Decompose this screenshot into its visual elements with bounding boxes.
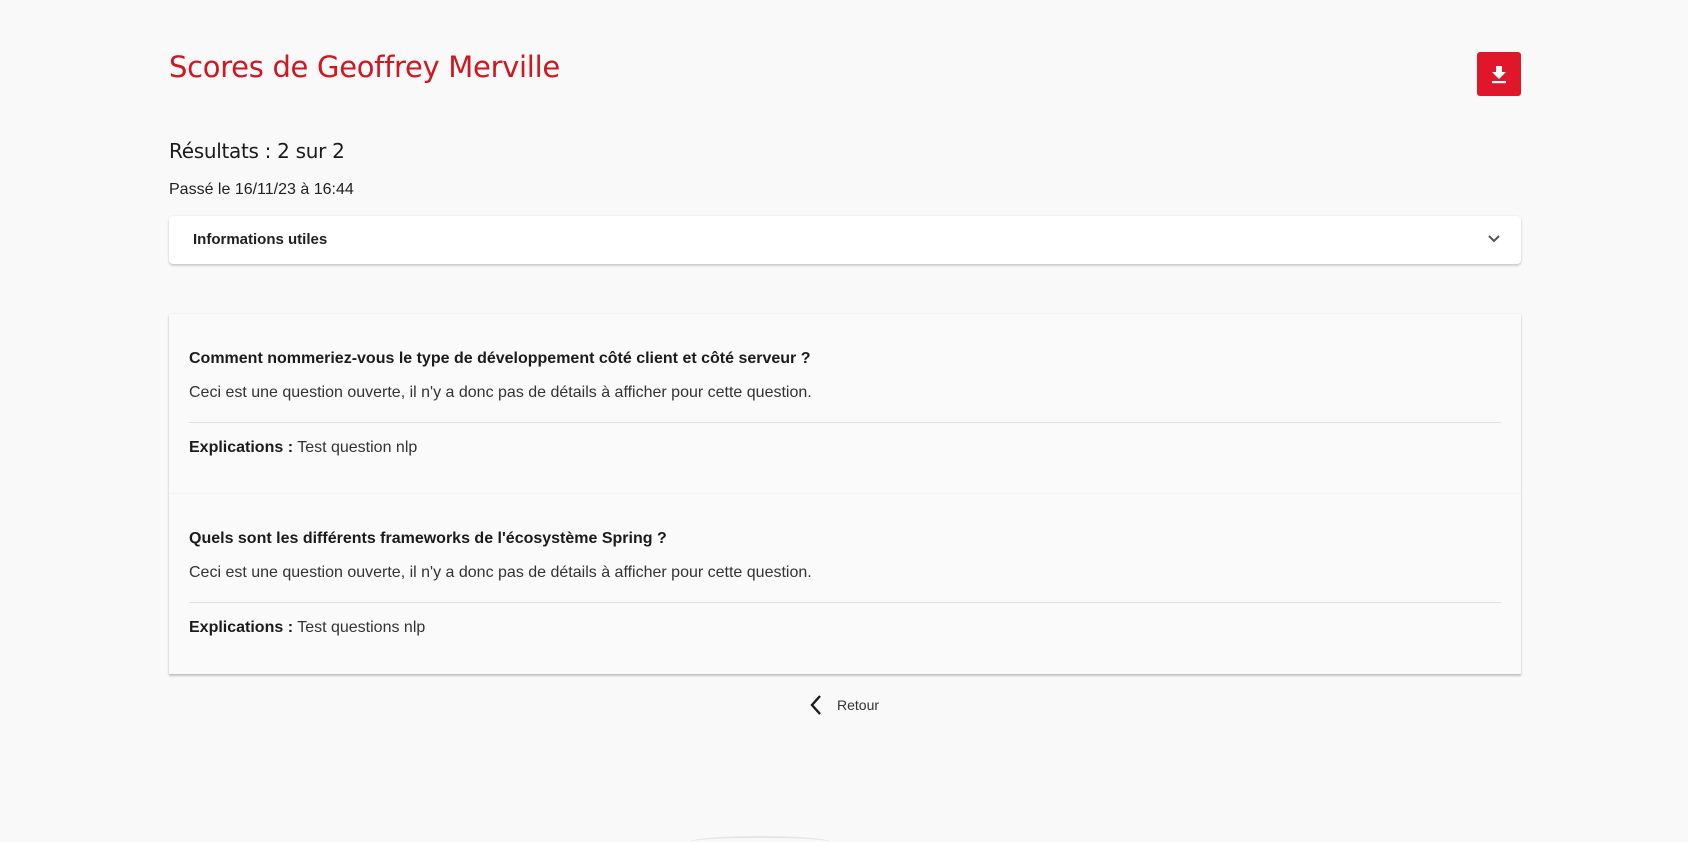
question-detail: Ceci est une question ouverte, il n'y a … bbox=[189, 564, 812, 581]
question-explanation: Explications : Test question nlp bbox=[189, 439, 417, 457]
passed-date: Passé le 16/11/23 à 16:44 bbox=[169, 181, 354, 198]
back-label: Retour bbox=[837, 697, 880, 713]
chevron-left-icon bbox=[810, 695, 821, 715]
question-title: Comment nommeriez-vous le type de dévelo… bbox=[189, 350, 811, 367]
question-card: Quels sont les différents frameworks de … bbox=[169, 494, 1521, 674]
explanation-text: Test questions nlp bbox=[293, 619, 426, 636]
bottom-strip bbox=[0, 842, 1688, 850]
info-panel-header[interactable]: Informations utiles bbox=[169, 216, 1521, 264]
page-title: Scores de Geoffrey Merville bbox=[169, 50, 560, 84]
divider bbox=[189, 422, 1501, 423]
download-button[interactable] bbox=[1477, 52, 1521, 96]
page-background: Scores de Geoffrey Merville Résultats : … bbox=[0, 0, 1688, 842]
divider bbox=[189, 602, 1501, 603]
back-button[interactable]: Retour bbox=[809, 694, 879, 716]
info-panel-label: Informations utiles bbox=[193, 231, 328, 248]
question-card: Comment nommeriez-vous le type de dévelo… bbox=[169, 314, 1521, 494]
explanation-text: Test question nlp bbox=[293, 439, 418, 456]
question-explanation: Explications : Test questions nlp bbox=[189, 619, 425, 637]
explanation-label: Explications : bbox=[189, 439, 294, 456]
results-heading: Résultats : 2 sur 2 bbox=[169, 139, 345, 163]
question-title: Quels sont les différents frameworks de … bbox=[189, 530, 667, 547]
download-icon bbox=[1492, 66, 1506, 84]
question-detail: Ceci est une question ouverte, il n'y a … bbox=[189, 384, 812, 401]
scroll-indicator bbox=[690, 836, 830, 848]
questions-list: Comment nommeriez-vous le type de dévelo… bbox=[169, 314, 1521, 674]
chevron-down-icon bbox=[1488, 235, 1500, 243]
explanation-label: Explications : bbox=[189, 619, 294, 636]
